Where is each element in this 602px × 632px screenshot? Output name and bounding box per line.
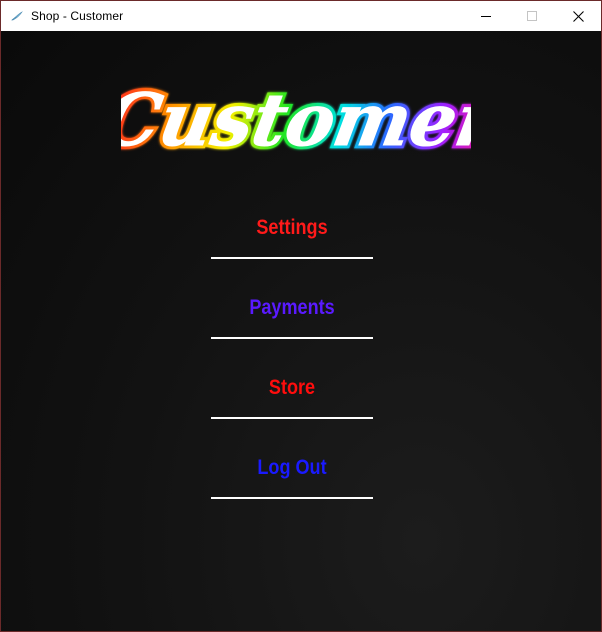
close-icon [572,10,584,22]
settings-label: Settings [256,216,328,239]
feather-icon [9,8,25,24]
maximize-button[interactable] [509,1,555,31]
settings-button[interactable]: Settings [211,213,373,259]
app-window: Shop - Customer Customer Customer Settin… [0,0,602,632]
close-button[interactable] [555,1,601,31]
payments-label: Payments [249,296,335,319]
minimize-button[interactable] [463,1,509,31]
minimize-icon [480,15,491,17]
settings-underline [211,257,373,259]
store-button[interactable]: Store [211,373,373,419]
window-title: Shop - Customer [31,9,124,23]
title-bar[interactable]: Shop - Customer [1,1,601,31]
caption-buttons [463,1,601,31]
store-label: Store [268,376,316,399]
logout-label: Log Out [257,456,327,479]
logout-button[interactable]: Log Out [211,453,373,499]
store-underline [211,417,373,419]
logo-text: Customer [121,79,471,163]
payments-button[interactable]: Payments [211,293,373,339]
main-content: Customer Customer Settings Payments Stor… [1,31,601,631]
logo-text-group: Customer Customer [121,75,471,166]
payments-underline [211,337,373,339]
logout-underline [211,497,373,499]
maximize-icon [526,10,537,21]
customer-logo: Customer Customer [121,75,471,166]
